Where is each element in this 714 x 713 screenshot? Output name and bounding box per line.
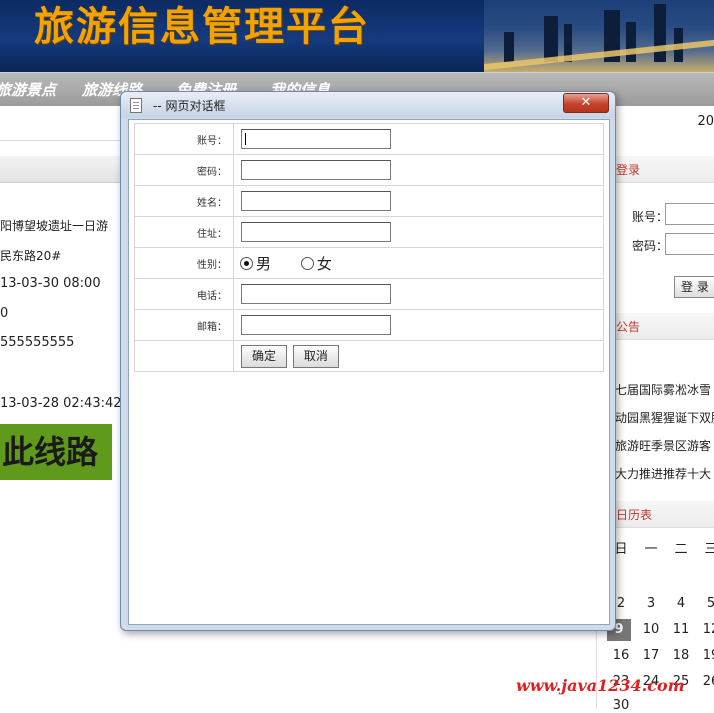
- site-banner: 旅游信息管理平台: [0, 0, 714, 72]
- calendar-day[interactable]: 18: [669, 648, 693, 663]
- registration-form: 账号： 密码： 姓名： 住址： 性别： 男 女 电话： 邮箱： 确定 取消: [134, 123, 604, 372]
- notice-panel-title: 公告: [616, 320, 641, 334]
- account-input[interactable]: [241, 129, 391, 149]
- gender-male-radio[interactable]: [240, 256, 253, 270]
- notice-item[interactable]: 七届国际雾凇冰雪: [615, 381, 711, 398]
- sidebar-password-input[interactable]: [665, 233, 714, 255]
- login-panel-title: 登录: [616, 163, 641, 177]
- calendar-day[interactable]: 10: [639, 622, 663, 637]
- dialog-titlebar[interactable]: -- 网页对话框 ✕: [121, 92, 615, 118]
- confirm-button[interactable]: 确定: [241, 344, 288, 368]
- calendar-day[interactable]: 26: [699, 674, 714, 689]
- calendar-weekday: 二: [674, 542, 688, 557]
- form-row: 确定 取消: [134, 340, 604, 372]
- web-dialog: -- 网页对话框 ✕ 账号： 密码： 姓名： 住址： 性别： 男 女 电话： 邮…: [120, 91, 616, 631]
- calendar-day[interactable]: 3: [639, 596, 663, 611]
- calendar-day[interactable]: 11: [669, 622, 693, 637]
- nav-scenic-spots[interactable]: 旅游景点: [0, 79, 56, 100]
- phone-input[interactable]: [241, 284, 391, 304]
- calendar-weekday: 三: [704, 542, 714, 557]
- route-phone-text: 555555555: [0, 335, 75, 350]
- calendar-weekday: 一: [644, 542, 658, 557]
- dialog-content: 账号： 密码： 姓名： 住址： 性别： 男 女 电话： 邮箱： 确定 取消: [128, 119, 610, 625]
- gender-female-label: 女: [316, 254, 332, 273]
- name-input[interactable]: [241, 191, 391, 211]
- gender-label: 性别：: [134, 247, 234, 279]
- route-published-time: 13-03-28 02:43:42: [0, 396, 122, 411]
- calendar-day[interactable]: 5: [699, 596, 714, 611]
- notice-item[interactable]: 旅游旺季景区游客: [615, 437, 711, 454]
- cancel-button[interactable]: 取消: [292, 344, 339, 368]
- close-button[interactable]: ✕: [563, 93, 609, 113]
- sidebar-account-input[interactable]: [665, 203, 714, 225]
- email-input[interactable]: [241, 315, 391, 335]
- form-row: 住址：: [134, 216, 604, 248]
- route-time-text: 13-03-30 08:00: [0, 276, 101, 291]
- route-name-text: 阳博望坡遗址一日游: [0, 219, 109, 233]
- address-label: 住址：: [134, 216, 234, 248]
- email-label: 邮箱：: [134, 309, 234, 341]
- calendar-panel-title: 日历表: [616, 508, 653, 522]
- route-price-text: 0: [0, 306, 9, 321]
- calendar-day[interactable]: 16: [609, 648, 633, 663]
- watermark-text: www.java1234.com: [516, 676, 685, 695]
- document-icon: [130, 98, 142, 113]
- date-text: 20: [697, 114, 714, 129]
- calendar-day[interactable]: 17: [639, 648, 663, 663]
- form-row: 邮箱：: [134, 309, 604, 341]
- detail-header: [0, 156, 120, 183]
- password-label: 密码：: [134, 154, 234, 186]
- close-icon: ✕: [580, 95, 592, 110]
- gender-male-label: 男: [256, 254, 272, 273]
- calendar-day[interactable]: 4: [669, 596, 693, 611]
- sidebar-account-label: 账号：: [632, 210, 669, 224]
- dialog-title: -- 网页对话框: [153, 99, 226, 113]
- notice-item[interactable]: 动园黑猩猩诞下双胞: [615, 409, 714, 426]
- password-input[interactable]: [241, 160, 391, 180]
- calendar-day[interactable]: 19: [699, 648, 714, 663]
- sidebar-login-button[interactable]: 登 录: [674, 276, 714, 298]
- name-label: 姓名：: [134, 185, 234, 217]
- notice-item[interactable]: 大力推进推荐十大: [615, 465, 711, 482]
- gender-female-radio[interactable]: [300, 256, 314, 270]
- form-row: 账号：: [134, 123, 604, 155]
- address-input[interactable]: [241, 222, 391, 242]
- route-address-text: 民东路20#: [0, 249, 62, 263]
- form-row: 电话：: [134, 278, 604, 310]
- calendar-day[interactable]: 12: [699, 622, 714, 637]
- form-row: 姓名：: [134, 185, 604, 217]
- calendar-day[interactable]: 30: [609, 698, 633, 713]
- site-title: 旅游信息管理平台: [34, 4, 370, 50]
- sidebar-password-label: 密码：: [632, 239, 669, 253]
- account-label: 账号：: [134, 123, 234, 155]
- phone-label: 电话：: [134, 278, 234, 310]
- form-row: 密码：: [134, 154, 604, 186]
- book-route-button[interactable]: 此线路: [0, 424, 112, 480]
- form-row: 性别： 男 女: [134, 247, 604, 279]
- city-skyline-image: [484, 0, 714, 72]
